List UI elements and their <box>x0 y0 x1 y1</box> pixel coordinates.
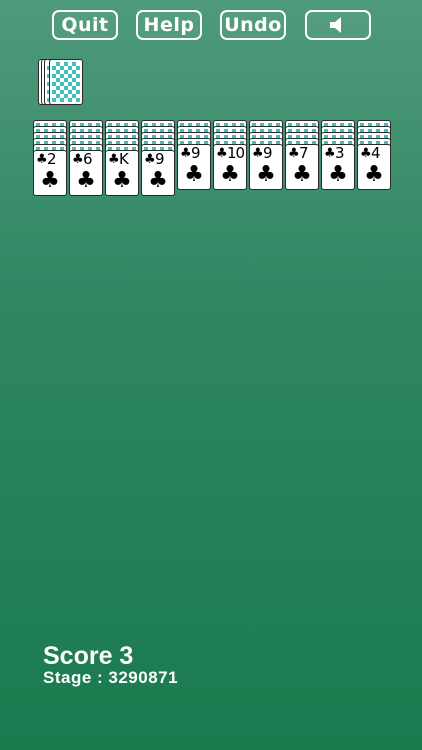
card-rank: 9 <box>263 144 272 162</box>
club-icon: ♣ <box>76 168 96 193</box>
undo-button[interactable]: Undo <box>220 10 286 40</box>
card-rank: 6 <box>83 150 92 168</box>
card-face[interactable]: ♣ 9 ♣ <box>177 144 211 190</box>
card-suit: ♣ <box>252 146 264 161</box>
club-icon: ♣ <box>364 162 384 187</box>
card-face[interactable]: ♣ 6 ♣ <box>69 150 103 196</box>
card-suit: ♣ <box>108 152 120 167</box>
card-suit: ♣ <box>72 152 84 167</box>
card-suit: ♣ <box>36 152 48 167</box>
card-rank: 4 <box>371 144 380 162</box>
card-suit: ♣ <box>360 146 372 161</box>
club-icon: ♣ <box>112 168 132 193</box>
speaker-icon <box>330 17 341 33</box>
club-icon: ♣ <box>292 162 312 187</box>
card-rank: 10 <box>227 144 245 162</box>
card-rank: 9 <box>191 144 200 162</box>
sound-button[interactable] <box>305 10 371 40</box>
stage-text: Stage : 3290871 <box>43 668 179 687</box>
card-rank: 7 <box>299 144 308 162</box>
card-rank: 3 <box>335 144 344 162</box>
card-face[interactable]: ♣ 3 ♣ <box>321 144 355 190</box>
card-face[interactable]: ♣ 9 ♣ <box>141 150 175 196</box>
tableau: ♣ 2 ♣ ♣ 6 ♣ ♣ K ♣ ♣ 9 ♣ ♣ 9 ♣ ♣ 10 ♣ ♣ 9 ♣ ♣ 7 ♣ ♣ 3 ♣ ♣ 4 ♣ <box>0 120 422 210</box>
help-button[interactable]: Help <box>136 10 202 40</box>
stock-card <box>49 59 83 105</box>
club-icon: ♣ <box>148 168 168 193</box>
club-icon: ♣ <box>328 162 348 187</box>
club-icon: ♣ <box>40 168 60 193</box>
club-icon: ♣ <box>184 162 204 187</box>
card-suit: ♣ <box>288 146 300 161</box>
card-suit: ♣ <box>180 146 192 161</box>
card-face[interactable]: ♣ K ♣ <box>105 150 139 196</box>
stock-pile[interactable] <box>38 59 84 105</box>
quit-button[interactable]: Quit <box>52 10 118 40</box>
score-text: Score 3 <box>43 642 134 670</box>
card-suit: ♣ <box>324 146 336 161</box>
club-icon: ♣ <box>220 162 240 187</box>
card-face[interactable]: ♣ 4 ♣ <box>357 144 391 190</box>
card-suit: ♣ <box>144 152 156 167</box>
card-face[interactable]: ♣ 7 ♣ <box>285 144 319 190</box>
toolbar: Quit Help Undo <box>0 10 422 42</box>
card-face[interactable]: ♣ 9 ♣ <box>249 144 283 190</box>
card-rank: 9 <box>155 150 164 168</box>
card-rank: K <box>119 150 129 168</box>
card-face[interactable]: ♣ 10 ♣ <box>213 144 247 190</box>
card-face[interactable]: ♣ 2 ♣ <box>33 150 67 196</box>
card-rank: 2 <box>47 150 56 168</box>
card-suit: ♣ <box>216 146 228 161</box>
club-icon: ♣ <box>256 162 276 187</box>
